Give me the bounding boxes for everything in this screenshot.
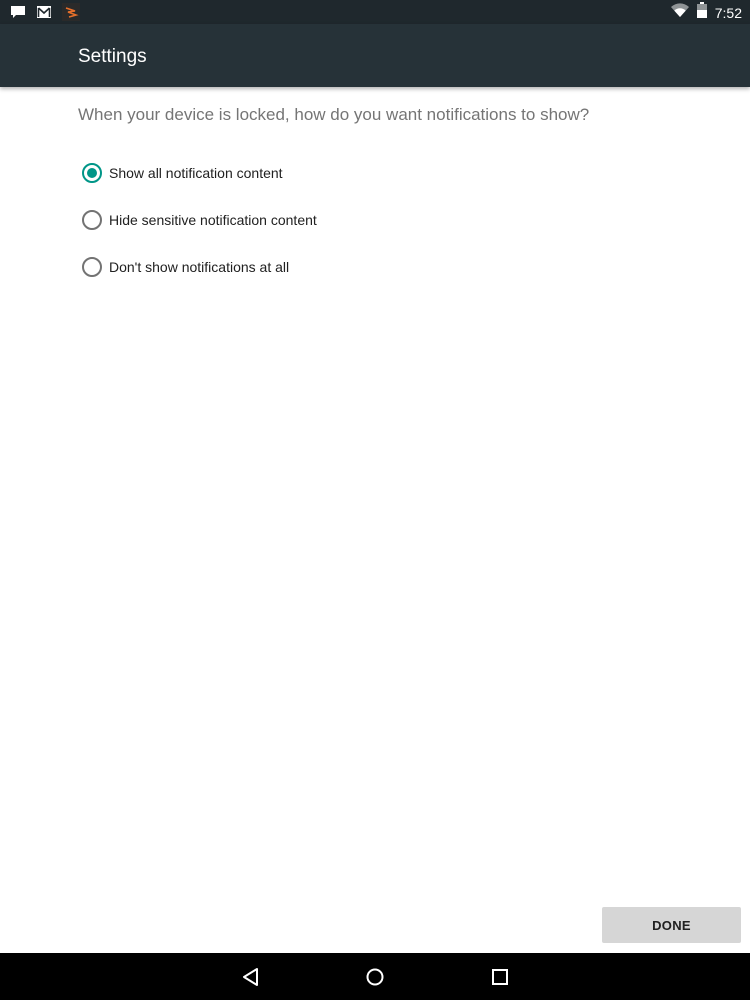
option-label: Hide sensitive notification content (109, 212, 317, 228)
option-label: Show all notification content (109, 165, 283, 181)
radio-button[interactable] (82, 257, 102, 277)
back-icon[interactable] (239, 965, 263, 989)
battery-icon (696, 2, 707, 23)
option-label: Don't show notifications at all (109, 259, 290, 275)
status-bar: 7:52 (0, 0, 750, 24)
lockscreen-question: When your device is locked, how do you w… (78, 105, 590, 124)
option-dont-show[interactable]: Don't show notifications at all (82, 257, 289, 277)
home-icon[interactable] (363, 965, 387, 989)
done-button[interactable]: DONE (602, 907, 741, 943)
page-title: Settings (78, 46, 147, 67)
status-time: 7:52 (714, 4, 742, 21)
option-show-all[interactable]: Show all notification content (82, 163, 283, 183)
radio-button-checked[interactable] (82, 163, 102, 183)
navigation-bar (0, 953, 750, 1000)
option-hide-sensitive[interactable]: Hide sensitive notification content (82, 210, 317, 230)
gmail-icon (36, 5, 52, 24)
radio-button[interactable] (82, 210, 102, 230)
chat-notification-icon (10, 4, 26, 25)
app-notification-icon (62, 3, 80, 26)
wifi-icon (670, 3, 689, 22)
recents-icon[interactable] (488, 965, 512, 989)
app-bar: Settings (0, 24, 750, 87)
